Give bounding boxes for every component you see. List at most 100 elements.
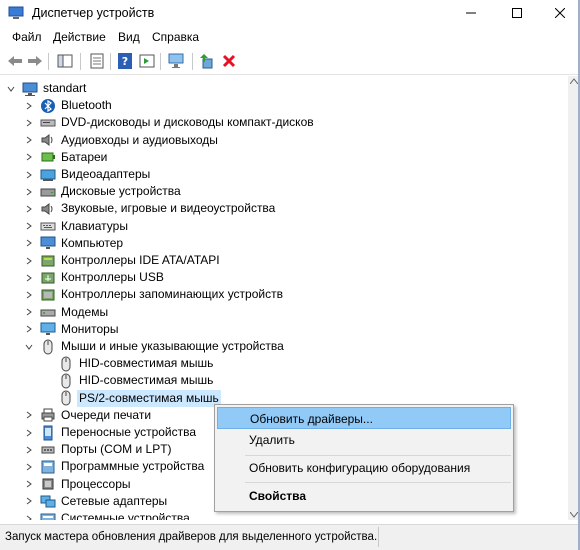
tree-item[interactable]: Звуковые, игровые и видеоустройства xyxy=(24,200,277,217)
tree-item[interactable]: Клавиатуры xyxy=(24,218,130,235)
scan-hardware-button[interactable] xyxy=(168,52,186,70)
action-pane-button[interactable] xyxy=(138,52,156,70)
tree-item[interactable]: Переносные устройства xyxy=(24,424,198,441)
tree-item[interactable]: Контроллеры IDE ATA/ATAPI xyxy=(24,252,222,269)
dvd-drive-icon xyxy=(40,119,56,127)
back-button[interactable] xyxy=(6,52,24,70)
expand-icon[interactable] xyxy=(24,321,34,338)
tree-item[interactable]: Программные устройства xyxy=(24,458,206,475)
expand-icon[interactable] xyxy=(24,252,34,269)
expand-icon[interactable] xyxy=(24,200,34,217)
tree-item[interactable]: Сетевые адаптеры xyxy=(24,493,169,510)
tree-item-label: HID-совместимая мышь xyxy=(79,356,214,371)
update-driver-icon xyxy=(200,54,213,69)
tree-item[interactable]: Компьютер xyxy=(24,235,125,252)
menu-help[interactable]: Справка xyxy=(152,30,199,44)
tree-item[interactable]: Модемы xyxy=(24,304,110,321)
tree-item[interactable]: PS/2-совместимая мышь xyxy=(42,389,221,407)
expand-icon[interactable] xyxy=(24,493,34,510)
tree-item[interactable]: Очереди печати xyxy=(24,407,153,424)
tree-item[interactable]: Мониторы xyxy=(24,321,120,338)
expand-icon[interactable] xyxy=(24,510,34,520)
maximize-icon xyxy=(512,8,522,18)
expand-icon[interactable] xyxy=(24,132,34,149)
tree-item[interactable]: Порты (COM и LPT) xyxy=(24,441,174,458)
help-button[interactable]: ? xyxy=(116,52,134,70)
minimize-icon xyxy=(466,12,476,14)
menu-properties[interactable]: Свойства xyxy=(217,485,511,507)
port-icon xyxy=(41,446,55,454)
collapse-icon[interactable] xyxy=(24,338,34,355)
tree-item[interactable]: Батареи xyxy=(24,149,109,166)
tree-item-label: Видеоадаптеры xyxy=(61,167,151,181)
tree-item[interactable]: Bluetooth xyxy=(24,97,114,114)
tree-item-label: PS/2-совместимая мышь xyxy=(77,389,221,407)
tree-item-label: Батареи xyxy=(61,149,108,164)
close-icon xyxy=(555,8,565,18)
expand-icon[interactable] xyxy=(24,149,34,166)
expand-icon[interactable] xyxy=(24,97,34,114)
toolbar-separator xyxy=(110,53,111,70)
menu-file[interactable]: Файл xyxy=(12,30,42,44)
menu-uninstall[interactable]: Удалить xyxy=(217,429,511,451)
toolbar-separator xyxy=(48,53,49,70)
tree-item[interactable]: Дисковые устройства xyxy=(24,183,183,200)
tree-item[interactable]: Аудиовходы и аудиовыходы xyxy=(24,132,220,149)
tree-root[interactable]: standart xyxy=(6,80,88,97)
menu-scan-hardware[interactable]: Обновить конфигурацию оборудования xyxy=(217,457,511,479)
computer-icon xyxy=(40,236,56,250)
scroll-up-icon[interactable] xyxy=(570,78,578,84)
uninstall-button[interactable] xyxy=(220,52,238,70)
mouse-icon xyxy=(61,390,71,406)
menu-update-driver[interactable]: Обновить драйверы... xyxy=(217,407,511,429)
expand-icon[interactable] xyxy=(24,424,34,441)
tree-item[interactable]: Системные устройства xyxy=(24,510,192,520)
console-tree-button[interactable] xyxy=(56,52,74,70)
expand-icon[interactable] xyxy=(24,235,34,252)
status-text: Запуск мастера обновления драйверов для … xyxy=(5,531,378,543)
tree-item[interactable]: HID-совместимая мышь xyxy=(42,372,215,389)
expand-icon[interactable] xyxy=(24,166,34,183)
tree-item[interactable]: Мыши и иные указывающие устройства xyxy=(24,338,286,355)
expand-icon[interactable] xyxy=(24,286,34,303)
expand-icon[interactable] xyxy=(24,218,34,235)
expand-icon[interactable] xyxy=(24,476,34,493)
bluetooth-icon xyxy=(41,98,55,113)
properties-button[interactable] xyxy=(88,52,106,70)
menu-view[interactable]: Вид xyxy=(118,30,140,44)
forward-button[interactable] xyxy=(26,52,44,70)
battery-icon xyxy=(41,152,55,162)
collapse-icon[interactable] xyxy=(6,80,16,97)
menu-action[interactable]: Действие xyxy=(53,30,106,44)
monitor-icon xyxy=(40,322,56,336)
expand-icon[interactable] xyxy=(24,458,34,475)
speaker-icon xyxy=(41,202,53,215)
tree-item[interactable]: Процессоры xyxy=(24,476,133,493)
close-button[interactable] xyxy=(540,0,580,26)
expand-icon[interactable] xyxy=(24,304,34,321)
menu-separator xyxy=(245,482,511,483)
expand-icon[interactable] xyxy=(24,269,34,286)
maximize-button[interactable] xyxy=(494,0,540,26)
expand-icon[interactable] xyxy=(24,183,34,200)
tree-item[interactable]: Контроллеры USB xyxy=(24,269,166,286)
expand-icon[interactable] xyxy=(24,407,34,424)
tree-item[interactable]: DVD-дисководы и дисководы компакт-дисков xyxy=(24,114,316,131)
tree-item[interactable]: Контроллеры запоминающих устройств xyxy=(24,286,285,303)
ide-controller-icon xyxy=(41,255,55,266)
status-divider xyxy=(378,527,379,547)
expand-icon[interactable] xyxy=(24,441,34,458)
processor-icon xyxy=(42,478,54,490)
menu-scan-hardware-label: Обновить конфигурацию оборудования xyxy=(249,461,471,475)
scroll-down-icon[interactable] xyxy=(570,512,578,518)
minimize-button[interactable] xyxy=(448,0,494,26)
portable-device-icon xyxy=(43,425,53,440)
update-driver-button[interactable] xyxy=(198,52,216,70)
display-adapter-icon xyxy=(40,169,56,181)
tree-item-label: Очереди печати xyxy=(61,407,152,422)
tree-item[interactable]: HID-совместимая мышь xyxy=(42,355,215,372)
tree-item[interactable]: Видеоадаптеры xyxy=(24,166,152,183)
expand-icon[interactable] xyxy=(24,114,34,131)
